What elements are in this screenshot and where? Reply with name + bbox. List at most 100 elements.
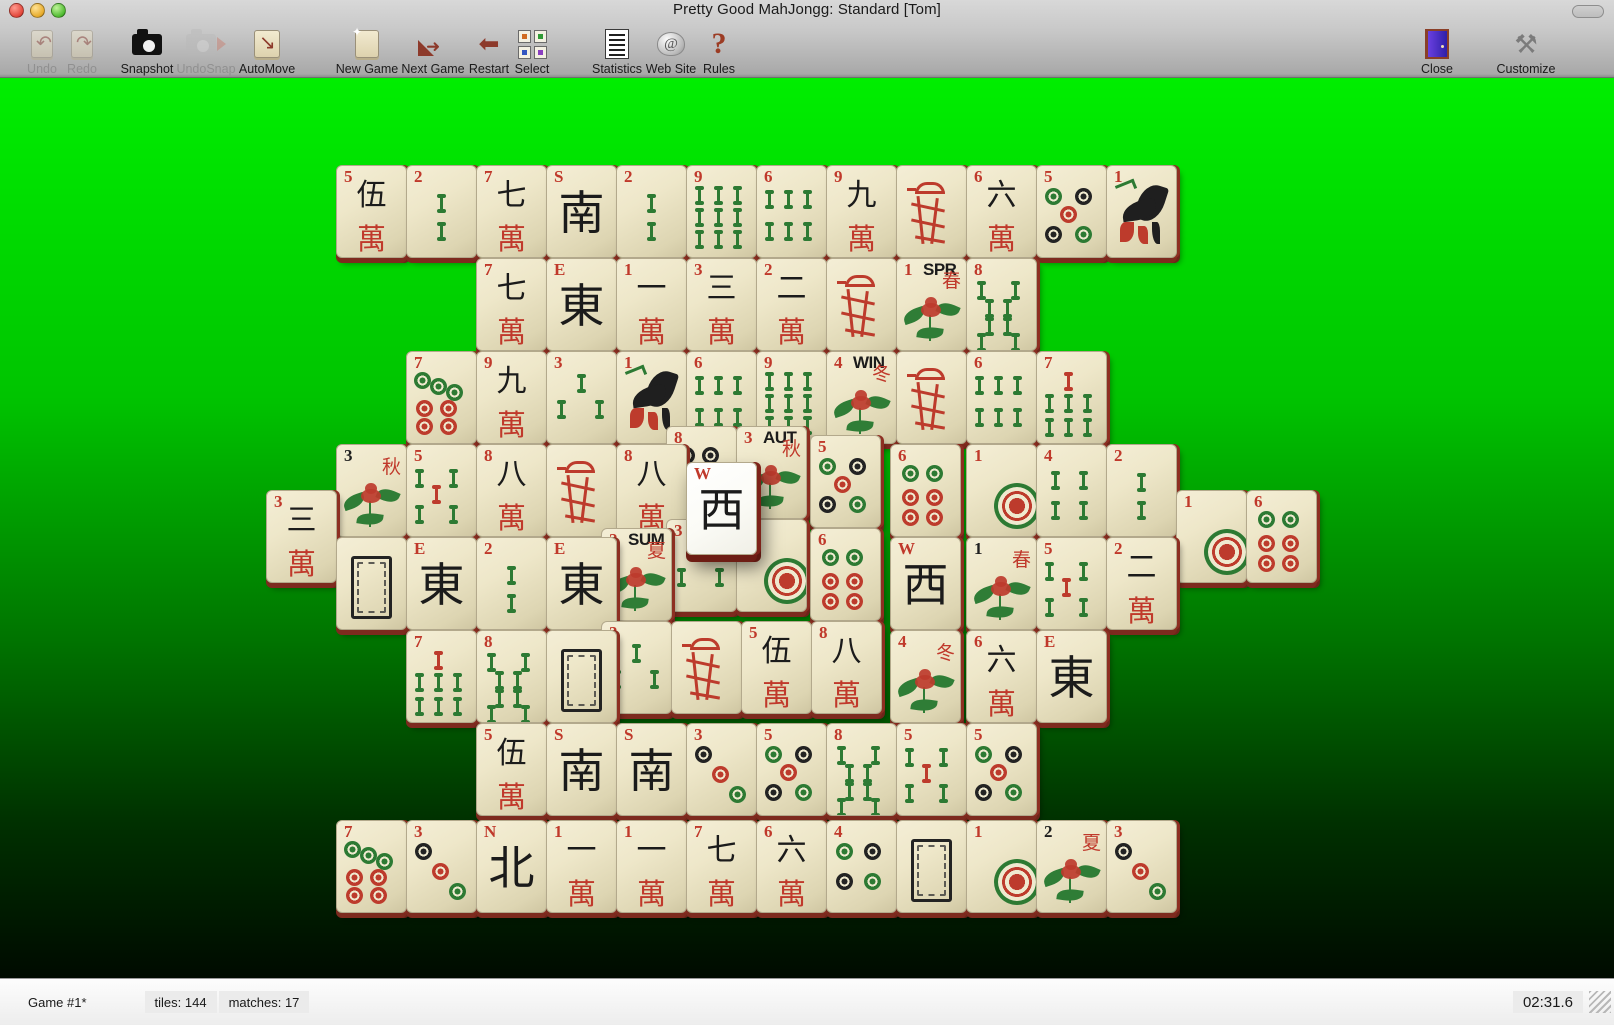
- toolbar-button-rules[interactable]: ? Rules: [677, 20, 761, 76]
- mahjongg-tile[interactable]: E東: [1036, 630, 1107, 723]
- mahjongg-tile[interactable]: 5: [966, 723, 1037, 816]
- toolbar-button-automove[interactable]: ↘ AutoMove: [225, 20, 309, 76]
- mahjongg-tile[interactable]: 2二萬: [756, 258, 827, 351]
- mahjongg-tile[interactable]: 1: [966, 820, 1037, 913]
- mahjongg-tile[interactable]: 5: [756, 723, 827, 816]
- mahjongg-tile[interactable]: [896, 165, 967, 258]
- mahjongg-tile[interactable]: 3: [546, 351, 617, 444]
- status-game-number: Game #1*: [28, 994, 87, 1010]
- mahjongg-tile[interactable]: 3: [686, 723, 757, 816]
- mahjongg-tile[interactable]: W西: [890, 537, 961, 630]
- mahjongg-tile[interactable]: 5: [406, 444, 477, 537]
- mahjongg-tile[interactable]: 1一萬: [616, 258, 687, 351]
- mahjongg-tile[interactable]: 2: [406, 165, 477, 258]
- mahjongg-tile[interactable]: 3秋: [336, 444, 407, 537]
- mahjongg-tile[interactable]: 4 WIN 冬: [826, 351, 897, 444]
- mahjongg-tile[interactable]: 3: [406, 820, 477, 913]
- mahjongg-tile[interactable]: 7: [1036, 351, 1107, 444]
- mahjongg-tile[interactable]: E東: [406, 537, 477, 630]
- mahjongg-tile[interactable]: [896, 351, 967, 444]
- mahjongg-tile[interactable]: 1: [1106, 165, 1177, 258]
- mahjongg-tile[interactable]: 1: [1176, 490, 1247, 583]
- mahjongg-tile[interactable]: 3: [1106, 820, 1177, 913]
- tile-wan-character: 萬: [831, 678, 861, 712]
- mahjongg-tile[interactable]: 5: [1036, 165, 1107, 258]
- mahjongg-tile[interactable]: 2夏: [1036, 820, 1107, 913]
- mahjongg-tile[interactable]: 8八萬: [476, 444, 547, 537]
- mahjongg-tile[interactable]: 2二萬: [1106, 537, 1177, 630]
- tile-rank: 9: [764, 353, 773, 372]
- statistics-icon: [605, 27, 629, 61]
- mahjongg-tile[interactable]: 5伍萬: [336, 165, 407, 258]
- mahjongg-tile[interactable]: 1 SPR 春: [896, 258, 967, 351]
- mahjongg-tile[interactable]: E東: [546, 537, 617, 630]
- mahjongg-tile[interactable]: 5: [1036, 537, 1107, 630]
- mahjongg-tile[interactable]: 6: [1246, 490, 1317, 583]
- mahjongg-tile[interactable]: 4: [826, 820, 897, 913]
- tile-face: [897, 352, 966, 443]
- mahjongg-tile[interactable]: 1: [966, 444, 1037, 537]
- mahjongg-tile[interactable]: 6六萬: [966, 165, 1037, 258]
- mahjongg-tile[interactable]: 7: [406, 630, 477, 723]
- mahjongg-tile[interactable]: 4: [1036, 444, 1107, 537]
- resize-grip[interactable]: [1589, 991, 1611, 1013]
- mahjongg-tile[interactable]: 8: [966, 258, 1037, 351]
- mahjongg-tile[interactable]: 5伍萬: [476, 723, 547, 816]
- mahjongg-tile[interactable]: E東: [546, 258, 617, 351]
- mahjongg-tile[interactable]: 1一萬: [546, 820, 617, 913]
- mahjongg-tile[interactable]: 9: [686, 165, 757, 258]
- toolbar-button-customize[interactable]: ⚒ Customize: [1484, 20, 1568, 76]
- mahjongg-tile[interactable]: N北: [476, 820, 547, 913]
- mahjongg-tile[interactable]: 1一萬: [616, 820, 687, 913]
- bamboo-symbols: [761, 186, 822, 253]
- mahjongg-tile[interactable]: 7七萬: [476, 165, 547, 258]
- mahjongg-tile[interactable]: 6六萬: [966, 630, 1037, 723]
- mahjongg-tile[interactable]: 1春: [966, 537, 1037, 630]
- mahjongg-tile[interactable]: 6: [810, 528, 881, 621]
- mahjongg-tile[interactable]: [896, 820, 967, 913]
- mahjongg-tile[interactable]: 7: [406, 351, 477, 444]
- tile-rank: 2: [414, 167, 423, 186]
- mahjongg-tile[interactable]: 6六萬: [756, 820, 827, 913]
- tile-rank: 9: [694, 167, 703, 186]
- tile-character: 八: [831, 634, 862, 669]
- mahjongg-tile[interactable]: 5: [896, 723, 967, 816]
- mahjongg-tile[interactable]: 7: [336, 820, 407, 913]
- mahjongg-tile[interactable]: 3三萬: [686, 258, 757, 351]
- mahjongg-tile[interactable]: 2: [476, 537, 547, 630]
- mahjongg-tile[interactable]: S南: [546, 723, 617, 816]
- toolbar-button-close[interactable]: Close: [1395, 20, 1479, 76]
- mahjongg-tile[interactable]: 6: [756, 165, 827, 258]
- toolbar-toggle-button[interactable]: [1572, 5, 1604, 18]
- mahjongg-tile[interactable]: 9九萬: [476, 351, 547, 444]
- mahjongg-tile[interactable]: 4冬: [890, 630, 961, 723]
- mahjongg-tile[interactable]: S南: [546, 165, 617, 258]
- bamboo-symbols: [411, 465, 472, 532]
- mahjongg-tile[interactable]: 8八萬: [811, 621, 882, 714]
- mahjongg-tile[interactable]: 9九萬: [826, 165, 897, 258]
- tile-rank: 3: [694, 725, 703, 744]
- mahjongg-tile[interactable]: 2: [1106, 444, 1177, 537]
- mahjongg-tile[interactable]: 5伍萬: [741, 621, 812, 714]
- mahjongg-tile[interactable]: [546, 444, 617, 537]
- mahjongg-tile[interactable]: 6: [966, 351, 1037, 444]
- mahjongg-tile[interactable]: [671, 621, 742, 714]
- game-board[interactable]: 5 伍萬 2 7 七萬 S 南 2 9 6 9 九萬 6 六萬 5 1 7 七萬 E 東 1 一萬 3 三萬 2 二萬 1 SPR 春 8…: [0, 78, 1614, 988]
- mahjongg-tile[interactable]: 8: [476, 630, 547, 723]
- mahjongg-tile[interactable]: S南: [616, 723, 687, 816]
- dragged-tile[interactable]: W西: [686, 462, 757, 555]
- mahjongg-tile[interactable]: [826, 258, 897, 351]
- mahjongg-tile[interactable]: [546, 630, 617, 723]
- mahjongg-tile[interactable]: 6: [890, 444, 961, 537]
- mahjongg-tile[interactable]: 7七萬: [476, 258, 547, 351]
- toolbar-button-select[interactable]: Select: [490, 20, 574, 76]
- mahjongg-tile[interactable]: 2: [616, 165, 687, 258]
- dot-symbols: [1112, 841, 1171, 907]
- mahjongg-tile[interactable]: 8: [826, 723, 897, 816]
- tile-rank: 7: [414, 632, 423, 651]
- tile-character: 八: [496, 457, 527, 492]
- mahjongg-tile[interactable]: [336, 537, 407, 630]
- mahjongg-tile[interactable]: 5: [810, 435, 881, 528]
- mahjongg-tile[interactable]: 7七萬: [686, 820, 757, 913]
- mahjongg-tile[interactable]: 3三萬: [266, 490, 337, 583]
